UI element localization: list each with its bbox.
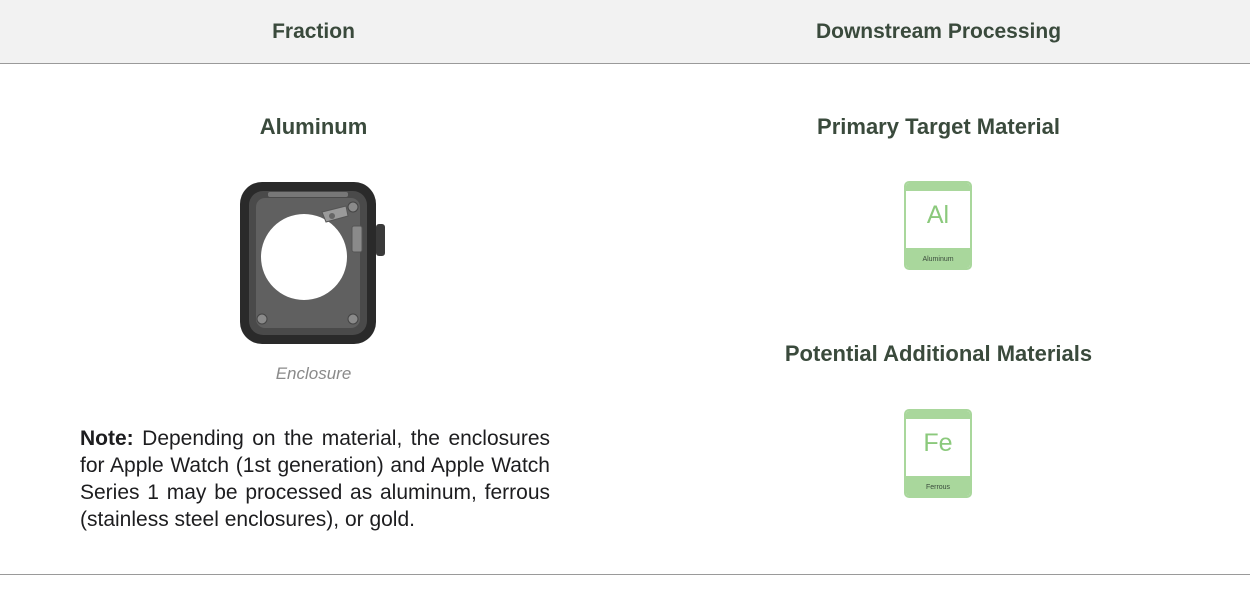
element-name: Aluminum <box>922 256 954 263</box>
element-name: Ferrous <box>925 484 951 491</box>
header-downstream-processing: Downstream Processing <box>815 20 1062 43</box>
element-symbol: Fe <box>923 429 953 457</box>
fraction-title: Aluminum <box>259 114 368 139</box>
sensor-opening <box>261 214 347 300</box>
element-tile-aluminum: Al Aluminum <box>904 181 972 270</box>
element-symbol: Al <box>926 201 950 229</box>
additional-materials-title: Potential Additional Materials <box>784 341 1093 366</box>
image-caption: Enclosure <box>275 364 352 383</box>
table-header: Fraction Downstream Processing <box>0 0 1250 64</box>
crown-assembly <box>351 225 363 253</box>
screw-bottom-right <box>347 313 359 325</box>
table-bottom-rule <box>0 574 1250 575</box>
note-text: Depending on the material, the enclosure… <box>80 427 550 531</box>
element-tile-ferrous: Fe Ferrous <box>904 409 972 498</box>
bracket-hole <box>329 213 335 219</box>
header-fraction: Fraction <box>272 20 355 43</box>
digital-crown <box>376 224 385 256</box>
enclosure-top-slot <box>268 192 348 197</box>
note-paragraph: Note: Depending on the material, the enc… <box>80 425 550 533</box>
primary-target-title: Primary Target Material <box>817 114 1060 139</box>
screw-bottom-left <box>256 313 268 325</box>
screw-top-right <box>347 201 359 213</box>
watch-enclosure-image <box>240 182 385 344</box>
tile-top-band <box>906 183 970 191</box>
note-label: Note: <box>80 427 134 450</box>
tile-top-band <box>906 411 970 419</box>
